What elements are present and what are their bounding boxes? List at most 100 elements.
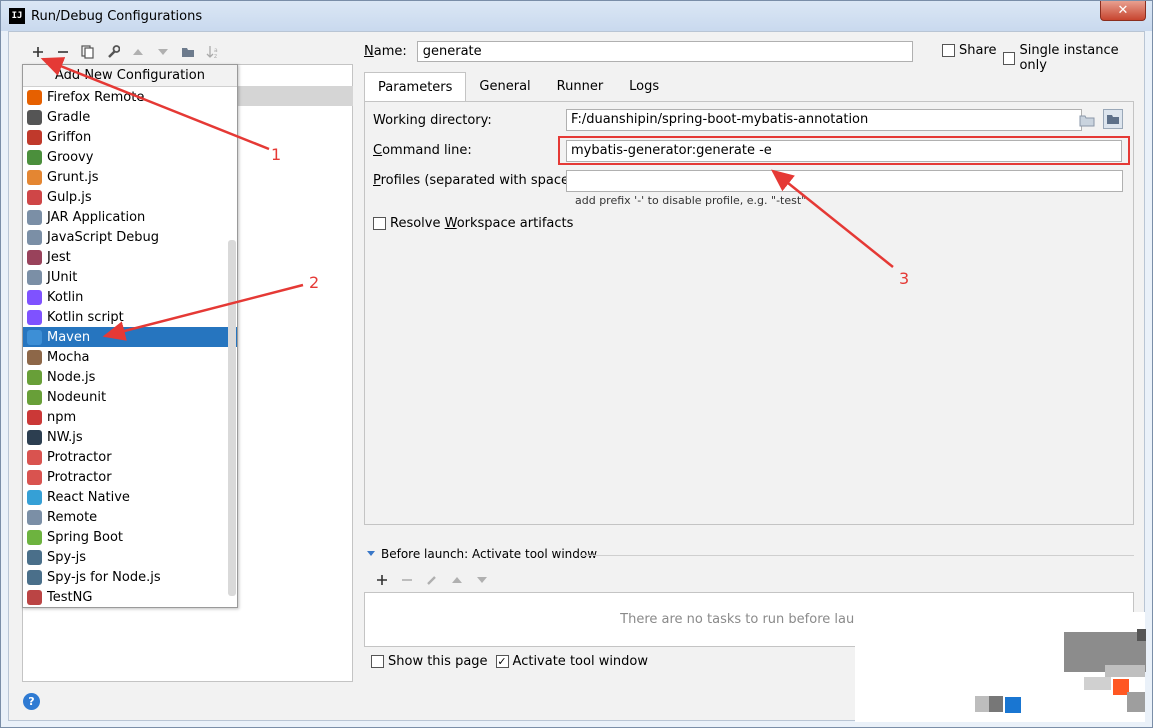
popup-item-label: Protractor [47, 449, 112, 465]
sort-icon[interactable]: az [200, 42, 225, 62]
macro-folder-icon[interactable] [1103, 109, 1123, 129]
bl-minus-icon[interactable] [394, 571, 419, 589]
bl-edit-icon[interactable] [419, 571, 444, 589]
working-dir-label: Working directory: [373, 113, 492, 128]
resolve-checkbox[interactable] [373, 217, 386, 230]
popup-item-grunt-js[interactable]: Grunt.js [23, 167, 237, 187]
single-instance-row[interactable]: Single instance only [1003, 43, 1144, 73]
popup-item-spring-boot[interactable]: Spring Boot [23, 527, 237, 547]
tab-bar: Parameters General Runner Logs [364, 72, 672, 102]
dialog-client: az Add New Configuration Firefox Remote G… [8, 31, 1146, 722]
tab-runner[interactable]: Runner [544, 72, 617, 102]
working-dir-field[interactable]: F:/duanshipin/spring-boot-mybatis-annota… [566, 109, 1082, 131]
plus-icon[interactable] [25, 42, 50, 62]
command-line-label-text: Command line: [373, 143, 472, 158]
popup-item-nodeunit[interactable]: Nodeunit [23, 387, 237, 407]
bl-up-icon[interactable] [444, 571, 469, 589]
popup-item-groovy[interactable]: Groovy [23, 147, 237, 167]
arrow-up-icon[interactable] [125, 42, 150, 62]
popup-item-mocha[interactable]: Mocha [23, 347, 237, 367]
before-launch-title: Before launch: Activate tool window [381, 547, 598, 561]
popup-scrollbar[interactable] [228, 240, 236, 596]
tab-logs[interactable]: Logs [616, 72, 672, 102]
popup-item-nw-js[interactable]: NW.js [23, 427, 237, 447]
popup-item-label: Firefox Remote [47, 89, 145, 105]
popup-item-label: Spy-js [47, 549, 87, 565]
command-line-label: Command line: [373, 143, 472, 158]
bl-plus-icon[interactable] [369, 571, 394, 589]
popup-item-jest[interactable]: Jest [23, 247, 237, 267]
resolve-label: Resolve Workspace artifacts [390, 216, 574, 231]
popup-item-griffon[interactable]: Griffon [23, 127, 237, 147]
before-launch-divider [581, 555, 1134, 556]
popup-item-kotlin-script[interactable]: Kotlin script [23, 307, 237, 327]
popup-item-firefox-remote[interactable]: Firefox Remote [23, 87, 237, 107]
popup-item-spy-js-for-node-js[interactable]: Spy-js for Node.js [23, 567, 237, 587]
kotlin-script-icon [27, 309, 42, 325]
svg-text:z: z [214, 53, 217, 59]
close-button[interactable]: ✕ [1100, 1, 1146, 21]
popup-item-gulp-js[interactable]: Gulp.js [23, 187, 237, 207]
popup-item-testng[interactable]: TestNG [23, 587, 237, 607]
working-dir-label-text: Working directory: [373, 113, 492, 128]
profiles-field[interactable] [566, 170, 1123, 192]
help-icon[interactable]: ? [23, 693, 40, 710]
single-instance-checkbox[interactable] [1003, 51, 1016, 65]
collapse-arrow-icon[interactable] [366, 550, 376, 558]
share-checkbox-row[interactable]: Share [942, 43, 997, 58]
popup-item-spy-js[interactable]: Spy-js [23, 547, 237, 567]
copy-icon[interactable] [75, 42, 100, 62]
minus-icon[interactable] [50, 42, 75, 62]
popup-item-node-js[interactable]: Node.js [23, 367, 237, 387]
activate-tool-label: Activate tool window [512, 654, 649, 669]
remote-icon [27, 509, 42, 525]
window-title: Run/Debug Configurations [31, 8, 203, 24]
folder-icon[interactable] [175, 42, 200, 62]
gulp-icon [27, 189, 42, 205]
mosaic-block [1005, 697, 1021, 713]
jar-icon [27, 209, 42, 225]
profiles-label-text: Profiles (separated with space): [373, 173, 579, 188]
popup-item-npm[interactable]: npm [23, 407, 237, 427]
command-line-field[interactable]: mybatis-generator:generate -e [566, 140, 1122, 162]
popup-item-label: Grunt.js [47, 169, 99, 185]
popup-item-protractor[interactable]: Protractor [23, 447, 237, 467]
tree-selected-row[interactable] [238, 86, 353, 106]
grunt-icon [27, 169, 42, 185]
popup-item-label: Jest [47, 249, 71, 265]
before-launch-header[interactable]: Before launch: Activate tool window [366, 547, 597, 561]
popup-item-maven[interactable]: Maven [23, 327, 237, 347]
show-page-checkbox[interactable] [371, 655, 384, 668]
popup-item-remote[interactable]: Remote [23, 507, 237, 527]
popup-item-label: Maven [47, 329, 91, 345]
mosaic-block [1084, 677, 1111, 690]
mosaic-block [989, 696, 1003, 712]
popup-item-jar-application[interactable]: JAR Application [23, 207, 237, 227]
folder-browse-icon[interactable] [1077, 110, 1097, 130]
bl-down-icon[interactable] [469, 571, 494, 589]
popup-item-protractor[interactable]: Protractor [23, 467, 237, 487]
maven-icon [27, 329, 42, 345]
popup-item-gradle[interactable]: Gradle [23, 107, 237, 127]
popup-item-label: Gradle [47, 109, 91, 125]
popup-item-kotlin[interactable]: Kotlin [23, 287, 237, 307]
name-field[interactable]: generate [416, 41, 913, 62]
nodeunit-icon [27, 389, 42, 405]
testng-icon [27, 589, 42, 605]
popup-item-javascript-debug[interactable]: JavaScript Debug [23, 227, 237, 247]
share-checkbox[interactable] [942, 44, 955, 57]
popup-item-react-native[interactable]: React Native [23, 487, 237, 507]
popup-item-junit[interactable]: JUnit [23, 267, 237, 287]
popup-item-label: JavaScript Debug [47, 229, 160, 245]
name-row: Name: generate [364, 41, 913, 62]
single-instance-label: Single instance only [1019, 43, 1119, 73]
activate-tool-checkbox[interactable]: ✓ [495, 655, 509, 668]
tab-general[interactable]: General [466, 72, 543, 102]
resolve-row[interactable]: Resolve Workspace artifacts [373, 216, 573, 231]
before-launch-toolbar [369, 571, 494, 589]
arrow-down-icon[interactable] [150, 42, 175, 62]
wrench-icon[interactable] [100, 42, 125, 62]
tab-parameters[interactable]: Parameters [364, 72, 467, 102]
popup-item-label: TestNG [47, 589, 93, 605]
annotation-number-2: 2 [309, 273, 320, 292]
